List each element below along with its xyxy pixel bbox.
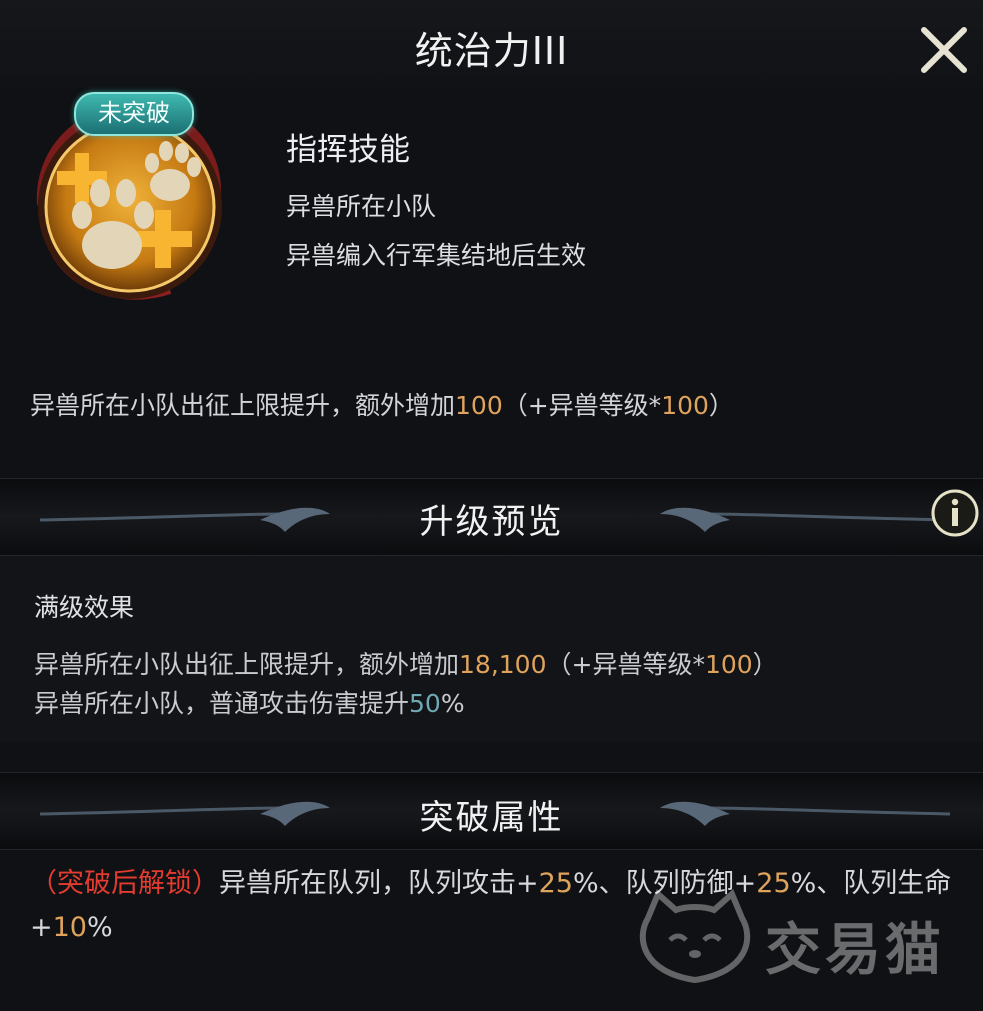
- skill-condition: 异兽编入行军集结地后生效: [286, 241, 587, 270]
- max-line2-prefix: 异兽所在小队，普通攻击伤害提升: [34, 689, 410, 718]
- max-line1-suffix-value: 100: [704, 650, 753, 679]
- watermark-text: 交易猫: [765, 918, 945, 983]
- skill-scope: 异兽所在小队: [286, 192, 437, 221]
- max-line1-suffix-open: （+异兽等级*: [546, 650, 705, 679]
- max-effect-line-2: 异兽所在小队，普通攻击伤害提升50%: [34, 684, 465, 720]
- breakthrough-title: 突破属性: [419, 798, 564, 838]
- breakthrough-text-4: %: [86, 912, 113, 943]
- effect-suffix-value: 100: [661, 391, 709, 420]
- breakthrough-lock-label: （突破后解锁）: [30, 868, 219, 899]
- max-effect-line-1: 异兽所在小队出征上限提升，额外增加18,100（+异兽等级*100）: [34, 645, 778, 681]
- breakthrough-text-1: 异兽所在队列，队列攻击+: [219, 868, 539, 899]
- skill-effect-text: 异兽所在小队出征上限提升，额外增加100（+异兽等级*100）: [30, 386, 734, 422]
- status-badge: 未突破: [74, 92, 194, 136]
- dialog-title: 统治力III: [414, 29, 569, 73]
- max-line1-suffix-close: ）: [752, 650, 778, 679]
- effect-suffix-close: ）: [708, 391, 734, 420]
- upgrade-preview-title: 升级预览: [419, 502, 564, 542]
- effect-prefix: 异兽所在小队出征上限提升，额外增加: [30, 391, 456, 420]
- max-line2-value: 50: [409, 689, 441, 718]
- max-line1-value: 18,100: [459, 650, 547, 679]
- breakthrough-value-1: 25: [538, 868, 573, 899]
- effect-suffix-open: （+异兽等级*: [502, 391, 662, 420]
- close-icon[interactable]: [916, 22, 972, 78]
- max-level-label: 满级效果: [34, 593, 135, 622]
- max-line1-prefix: 异兽所在小队出征上限提升，额外增加: [34, 650, 460, 679]
- max-line2-suffix: %: [440, 689, 465, 718]
- effect-value: 100: [455, 391, 503, 420]
- breakthrough-value-3: 10: [52, 912, 87, 943]
- skill-type-label: 指挥技能: [286, 132, 410, 168]
- info-icon[interactable]: [930, 488, 980, 538]
